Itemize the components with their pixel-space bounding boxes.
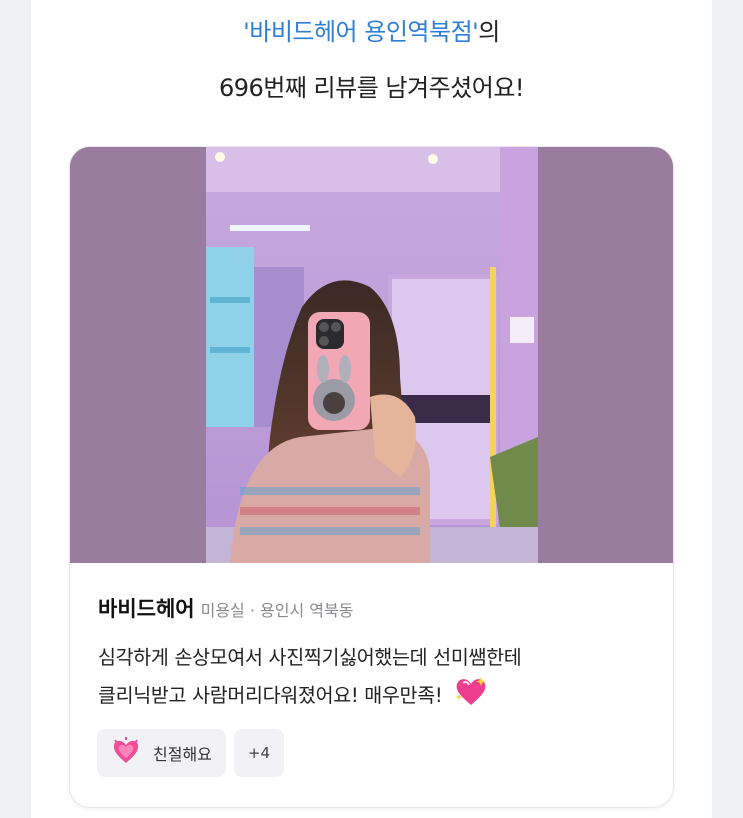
shop-name[interactable]: 바비드헤어 — [98, 597, 195, 621]
review-body: 심각하게 손상모여서 사진찍기싫어했는데 선미쌤한테 클리닉받고 사람머리다워졌… — [98, 641, 658, 718]
sparkling-heart-icon — [454, 675, 488, 718]
shop-info-row[interactable]: 바비드헤어 미용실 · 용인시 역북동 — [98, 593, 353, 623]
review-tags: 친절해요 +4 — [97, 729, 285, 777]
review-photo[interactable] — [70, 147, 673, 563]
tag-label: 친절해요 — [153, 745, 212, 764]
review-photo-image — [70, 147, 673, 563]
growing-heart-icon — [111, 737, 141, 769]
review-line-2: 클리닉받고 사람머리다워졌어요! 매우만족! — [98, 684, 443, 707]
review-thanks-headline: '바비드헤어 용인역북점'의 696번째 리뷰를 남겨주셨어요! — [0, 14, 743, 106]
review-count-text: 696번째 리뷰를 남겨주셨어요! — [218, 74, 525, 102]
review-line-1: 심각하게 손상모여서 사진찍기싫어했는데 선미쌤한테 — [98, 646, 522, 669]
review-card[interactable]: 바비드헤어 미용실 · 용인시 역북동 심각하게 손상모여서 사진찍기싫어했는데 … — [70, 147, 673, 807]
shop-category-location: 미용실 · 용인시 역북동 — [200, 601, 354, 620]
headline-suffix: 의 — [478, 18, 500, 46]
more-tags-button[interactable]: +4 — [233, 729, 285, 777]
store-name-link[interactable]: '바비드헤어 용인역북점' — [243, 18, 479, 46]
tag-kind[interactable]: 친절해요 — [97, 729, 226, 777]
